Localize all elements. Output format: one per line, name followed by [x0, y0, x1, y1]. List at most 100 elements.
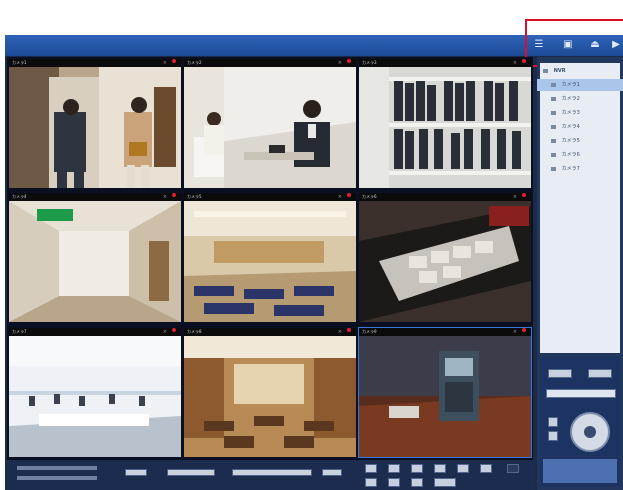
camera-label: カメラ2: [187, 60, 202, 65]
camera-view: [9, 67, 181, 188]
camera-tile-3[interactable]: カメラ3 ×: [359, 59, 531, 188]
sequence-button[interactable]: [365, 478, 377, 487]
camera-tile-1[interactable]: カメラ1 ×: [9, 59, 181, 188]
control-button-4[interactable]: [322, 469, 342, 476]
close-icon[interactable]: ×: [513, 328, 517, 336]
layout-16-button[interactable]: [434, 464, 446, 473]
camera-label: カメラ4: [12, 194, 27, 199]
camera-label: カメラ6: [362, 194, 377, 199]
camera-header: カメラ6 ×: [359, 193, 531, 201]
bottom-toolbar: [7, 460, 535, 490]
record-button[interactable]: [411, 478, 423, 487]
camera-icon: [551, 96, 556, 101]
camera-tile-5[interactable]: カメラ5 ×: [184, 193, 356, 322]
viewer-window: ☰ ▣ ⏏ ▶ カメラ1 × カメラ2 × カメラ3 × カメラ4 × カメラ5…: [5, 19, 623, 490]
tree-item-camera-6[interactable]: カメラ6: [551, 149, 580, 161]
camera-view: [184, 336, 356, 457]
camera-tile-9[interactable]: カメラ9 ×: [358, 327, 532, 458]
recording-indicator-icon: [172, 328, 176, 332]
camera-label: カメラ9: [362, 329, 377, 334]
close-icon[interactable]: ×: [163, 328, 167, 336]
control-button-1[interactable]: [125, 469, 147, 476]
camera-label: カメラ7: [12, 329, 27, 334]
layout-1-button[interactable]: [365, 464, 377, 473]
camera-label: カメラ3: [362, 60, 377, 65]
camera-tile-2[interactable]: カメラ2 ×: [184, 59, 356, 188]
camera-icon: [551, 166, 556, 171]
recording-indicator-icon: [347, 59, 351, 63]
preset-dropdown[interactable]: [546, 389, 616, 398]
close-icon[interactable]: ×: [163, 59, 167, 67]
speed-slider[interactable]: [17, 476, 97, 480]
camera-icon: [551, 138, 556, 143]
camera-label: カメラ5: [187, 194, 202, 199]
joystick-knob[interactable]: [584, 426, 596, 438]
camera-grid: カメラ1 × カメラ2 × カメラ3 × カメラ4 × カメラ5 × カメラ6 …: [7, 57, 533, 460]
recording-indicator-icon: [172, 59, 176, 63]
info-button[interactable]: [434, 478, 456, 487]
control-button-3[interactable]: [232, 469, 312, 476]
camera-header: カメラ5 ×: [184, 193, 356, 201]
layout-4-button[interactable]: [388, 464, 400, 473]
volume-slider[interactable]: [17, 466, 97, 470]
ptz-left-button[interactable]: [548, 369, 572, 378]
close-icon[interactable]: ×: [338, 59, 342, 67]
camera-view: [359, 67, 531, 188]
zoom-out-button[interactable]: [548, 431, 558, 441]
tree-item-label: カメラ1: [561, 82, 580, 88]
camera-view: [359, 201, 531, 322]
layout-36-button[interactable]: [480, 464, 492, 473]
camera-tree[interactable]: NVR カメラ1 カメラ2 カメラ3 カメラ4 カメラ5 カメラ6 カメラ7: [537, 63, 623, 353]
ptz-right-button[interactable]: [588, 369, 612, 378]
layout-25-button[interactable]: [457, 464, 469, 473]
tree-item-camera-4[interactable]: カメラ4: [551, 121, 580, 133]
camera-tile-6[interactable]: カメラ6 ×: [359, 193, 531, 322]
recording-indicator-icon: [172, 193, 176, 197]
recording-indicator-icon: [347, 328, 351, 332]
close-icon[interactable]: ×: [338, 193, 342, 201]
camera-tile-4[interactable]: カメラ4 ×: [9, 193, 181, 322]
camera-view: [9, 201, 181, 322]
recording-indicator-icon: [522, 59, 526, 63]
camera-icon: [551, 110, 556, 115]
camera-view: [9, 336, 181, 457]
tree-root-label: NVR: [553, 68, 566, 74]
right-panel: NVR カメラ1 カメラ2 カメラ3 カメラ4 カメラ5 カメラ6 カメラ7: [537, 57, 623, 490]
close-icon[interactable]: ×: [513, 193, 517, 201]
tree-item-camera-5[interactable]: カメラ5: [551, 135, 580, 147]
camera-header: カメラ3 ×: [359, 59, 531, 67]
zoom-in-button[interactable]: [548, 417, 558, 427]
tree-item-label: カメラ7: [561, 166, 580, 172]
recording-indicator-icon: [522, 328, 526, 332]
camera-header: カメラ8 ×: [184, 328, 356, 336]
ptz-joystick[interactable]: [570, 412, 610, 452]
snapshot-button[interactable]: [388, 478, 400, 487]
camera-view: [184, 201, 356, 322]
close-icon[interactable]: ×: [338, 328, 342, 336]
camera-header: カメラ1 ×: [9, 59, 181, 67]
tree-item-camera-7[interactable]: カメラ7: [551, 163, 580, 175]
camera-icon: [551, 152, 556, 157]
camera-icon: [551, 82, 556, 87]
camera-view: [184, 67, 356, 188]
ptz-control-panel: [540, 357, 620, 487]
camera-label: カメラ1: [12, 60, 27, 65]
camera-tile-7[interactable]: カメラ7 ×: [9, 328, 181, 457]
control-button-2[interactable]: [167, 469, 215, 476]
status-display: [543, 459, 617, 483]
layout-9-button[interactable]: [411, 464, 423, 473]
recording-indicator-icon: [522, 193, 526, 197]
close-icon[interactable]: ×: [513, 59, 517, 67]
recording-indicator-icon: [347, 193, 351, 197]
tree-root[interactable]: NVR: [543, 65, 566, 77]
fullscreen-button[interactable]: [507, 464, 519, 473]
camera-header: カメラ7 ×: [9, 328, 181, 336]
camera-header: カメラ2 ×: [184, 59, 356, 67]
tree-item-camera-1[interactable]: カメラ1: [537, 79, 623, 91]
camera-header: カメラ4 ×: [9, 193, 181, 201]
close-icon[interactable]: ×: [163, 193, 167, 201]
tree-item-camera-3[interactable]: カメラ3: [551, 107, 580, 119]
title-bar: ☰ ▣ ⏏ ▶: [5, 19, 623, 67]
tree-item-camera-2[interactable]: カメラ2: [551, 93, 580, 105]
camera-tile-8[interactable]: カメラ8 ×: [184, 328, 356, 457]
